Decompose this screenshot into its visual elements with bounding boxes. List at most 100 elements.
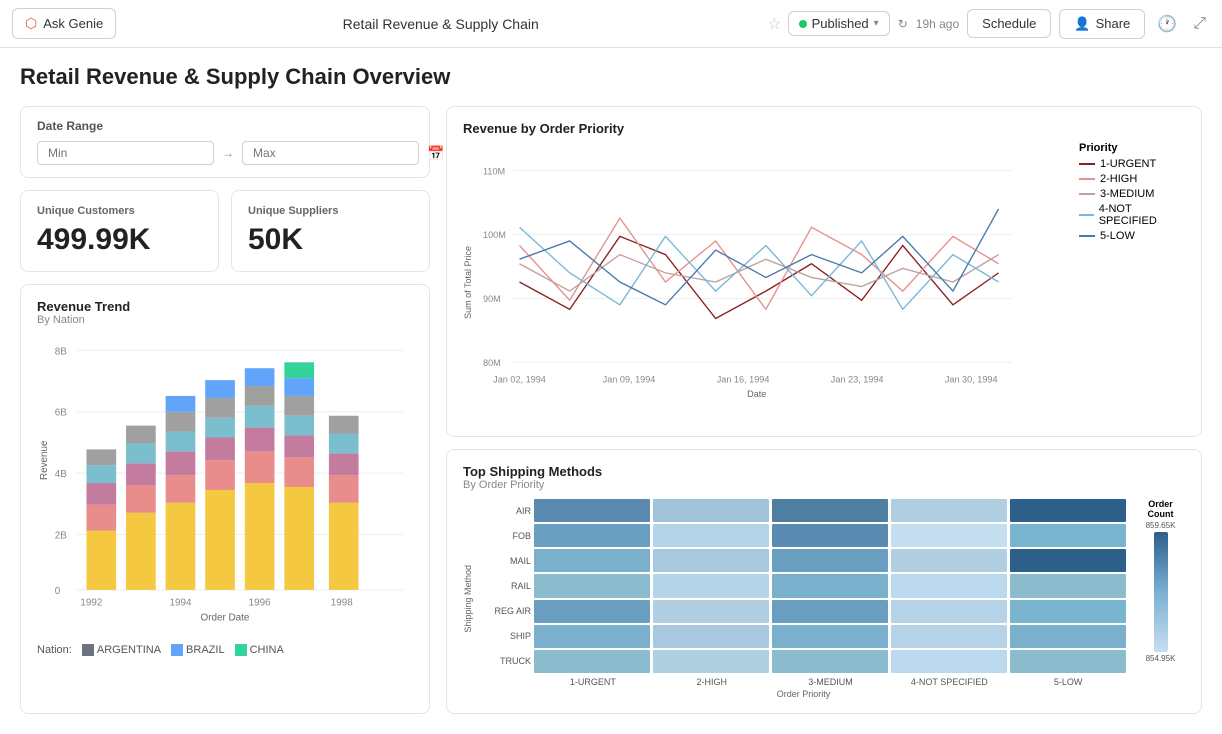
- col-label-low: 5-LOW: [1010, 677, 1126, 687]
- legend-item-high: 2-HIGH: [1079, 173, 1185, 185]
- dashboard-title: Retail Revenue & Supply Chain: [124, 16, 757, 32]
- content-grid: Date Range → 📅 Unique Customers 499.99K …: [20, 106, 1202, 710]
- heatmap-row-truck: TRUCK: [481, 656, 531, 666]
- heatmap-col-labels: 1-URGENT 2-HIGH 3-MEDIUM 4-NOT SPECIFIED…: [535, 677, 1126, 687]
- heatmap-x-title: Order Priority: [481, 689, 1126, 699]
- svg-text:110M: 110M: [483, 166, 505, 176]
- svg-text:Date: Date: [747, 389, 766, 399]
- svg-text:100M: 100M: [483, 230, 506, 240]
- main-content: Retail Revenue & Supply Chain Overview D…: [0, 48, 1222, 734]
- svg-text:Jan 02, 1994: Jan 02, 1994: [493, 374, 546, 384]
- heatmap-row-mail: MAIL: [481, 556, 531, 566]
- metrics-row: Unique Customers 499.99K Unique Supplier…: [20, 190, 430, 272]
- date-range-card: Date Range → 📅: [20, 106, 430, 178]
- ask-genie-button[interactable]: ⬡ Ask Genie: [12, 8, 116, 39]
- heatmap-row-rail: RAIL: [481, 581, 531, 591]
- legend-item-medium: 3-MEDIUM: [1079, 188, 1185, 200]
- date-range-label: Date Range: [37, 119, 413, 133]
- heatmap-row-regair: REG AIR: [481, 606, 531, 616]
- shipping-title: Top Shipping Methods: [463, 464, 1185, 479]
- nation-legend: Nation: ARGENTINA BRAZIL CHINA: [37, 640, 413, 656]
- svg-text:0: 0: [55, 586, 61, 597]
- page-title: Retail Revenue & Supply Chain Overview: [20, 64, 1202, 90]
- published-status-dot: [799, 20, 807, 28]
- heatmap-legend-bar: [1154, 532, 1168, 652]
- svg-text:1992: 1992: [80, 598, 102, 609]
- history-icon[interactable]: 🕐: [1153, 10, 1181, 38]
- calendar-icon[interactable]: 📅: [427, 145, 444, 162]
- svg-text:Jan 09, 1994: Jan 09, 1994: [603, 374, 656, 384]
- heatmap-legend: Order Count 859.65K 854.95K: [1130, 499, 1185, 699]
- right-column: Revenue by Order Priority Sum of Total P…: [446, 106, 1202, 714]
- svg-text:Revenue: Revenue: [39, 440, 50, 480]
- heatmap-legend-max: 859.65K: [1146, 521, 1176, 530]
- schedule-button[interactable]: Schedule: [967, 9, 1051, 38]
- date-min-input[interactable]: [37, 141, 214, 165]
- unique-suppliers-card: Unique Suppliers 50K: [231, 190, 430, 272]
- heatmap-grid: AIR FOB: [481, 499, 1126, 673]
- svg-text:Jan 16, 1994: Jan 16, 1994: [717, 374, 770, 384]
- svg-text:6B: 6B: [55, 408, 67, 419]
- legend-item-low: 5-LOW: [1079, 230, 1185, 242]
- nation-dot-brazil: BRAZIL: [171, 644, 225, 656]
- legend-item-urgent: 1-URGENT: [1079, 158, 1185, 170]
- priority-legend-title: Priority: [1079, 142, 1185, 154]
- date-range-inputs: → 📅: [37, 141, 413, 165]
- unique-suppliers-label: Unique Suppliers: [248, 205, 413, 217]
- revenue-trend-title: Revenue Trend: [37, 299, 413, 314]
- share-icon: 👤: [1074, 16, 1090, 32]
- date-arrow-icon: →: [222, 146, 234, 160]
- heatmap-row-fob: FOB: [481, 531, 531, 541]
- line-chart-svg: 110M 100M 90M 80M: [483, 142, 1067, 422]
- date-max-input[interactable]: [242, 141, 419, 165]
- left-column: Date Range → 📅 Unique Customers 499.99K …: [20, 106, 430, 714]
- favorite-icon[interactable]: ☆: [767, 14, 781, 34]
- shipping-subtitle: By Order Priority: [463, 479, 1185, 491]
- nation-dot-china: CHINA: [235, 644, 284, 656]
- col-label-high: 2-HIGH: [654, 677, 770, 687]
- unique-customers-label: Unique Customers: [37, 205, 202, 217]
- svg-text:90M: 90M: [483, 294, 501, 304]
- svg-text:1996: 1996: [249, 598, 271, 609]
- bar-chart-area: 8B 6B 4B 2B 0 Revenue: [37, 330, 413, 640]
- svg-text:1994: 1994: [169, 598, 191, 609]
- priority-legend: Priority 1-URGENT 2-HIGH 3-MEDIUM: [1075, 142, 1185, 422]
- svg-text:Order Date: Order Date: [201, 613, 250, 624]
- shipping-heatmap-card: Top Shipping Methods By Order Priority S…: [446, 449, 1202, 714]
- refresh-icon: ↻: [898, 17, 908, 31]
- revenue-trend-card: Revenue Trend By Nation 8B 6B 4B 2B 0: [20, 284, 430, 714]
- nation-dot-argentina: ARGENTINA: [82, 644, 161, 656]
- revenue-trend-subtitle: By Nation: [37, 314, 413, 326]
- heatmap-row-air: AIR: [481, 506, 531, 516]
- published-label: Published: [812, 16, 869, 31]
- svg-text:8B: 8B: [55, 346, 67, 357]
- col-label-medium: 3-MEDIUM: [773, 677, 889, 687]
- genie-icon: ⬡: [25, 15, 37, 32]
- chevron-down-icon: ▾: [874, 18, 879, 29]
- heatmap-legend-title: Order Count: [1136, 499, 1185, 519]
- svg-text:4B: 4B: [55, 469, 67, 480]
- revenue-priority-title: Revenue by Order Priority: [463, 121, 624, 136]
- topbar: ⬡ Ask Genie Retail Revenue & Supply Chai…: [0, 0, 1222, 48]
- col-label-not-specified: 4-NOT SPECIFIED: [891, 677, 1007, 687]
- ask-genie-label: Ask Genie: [43, 16, 103, 31]
- unique-customers-card: Unique Customers 499.99K: [20, 190, 219, 272]
- legend-item-not-specified: 4-NOT SPECIFIED: [1079, 203, 1185, 227]
- col-label-urgent: 1-URGENT: [535, 677, 651, 687]
- line-chart-y-title: Sum of Total Price: [463, 246, 473, 319]
- published-badge[interactable]: Published ▾: [788, 11, 890, 36]
- svg-text:80M: 80M: [483, 358, 501, 368]
- share-button[interactable]: 👤 Share: [1059, 9, 1145, 39]
- svg-text:Jan 30, 1994: Jan 30, 1994: [945, 374, 998, 384]
- topbar-right-actions: ↻ 19h ago Schedule 👤 Share 🕐 ⤢: [898, 9, 1210, 39]
- svg-text:1998: 1998: [331, 598, 353, 609]
- svg-text:2B: 2B: [55, 530, 67, 541]
- fullscreen-icon[interactable]: ⤢: [1189, 11, 1210, 37]
- revenue-priority-card: Revenue by Order Priority Sum of Total P…: [446, 106, 1202, 437]
- heatmap-legend-min: 854.95K: [1146, 654, 1176, 663]
- svg-text:Jan 23, 1994: Jan 23, 1994: [831, 374, 884, 384]
- heatmap-row-ship: SHIP: [481, 631, 531, 641]
- time-ago-label: 19h ago: [916, 17, 959, 31]
- heatmap-y-title: Shipping Method: [463, 565, 473, 633]
- unique-suppliers-value: 50K: [248, 223, 413, 257]
